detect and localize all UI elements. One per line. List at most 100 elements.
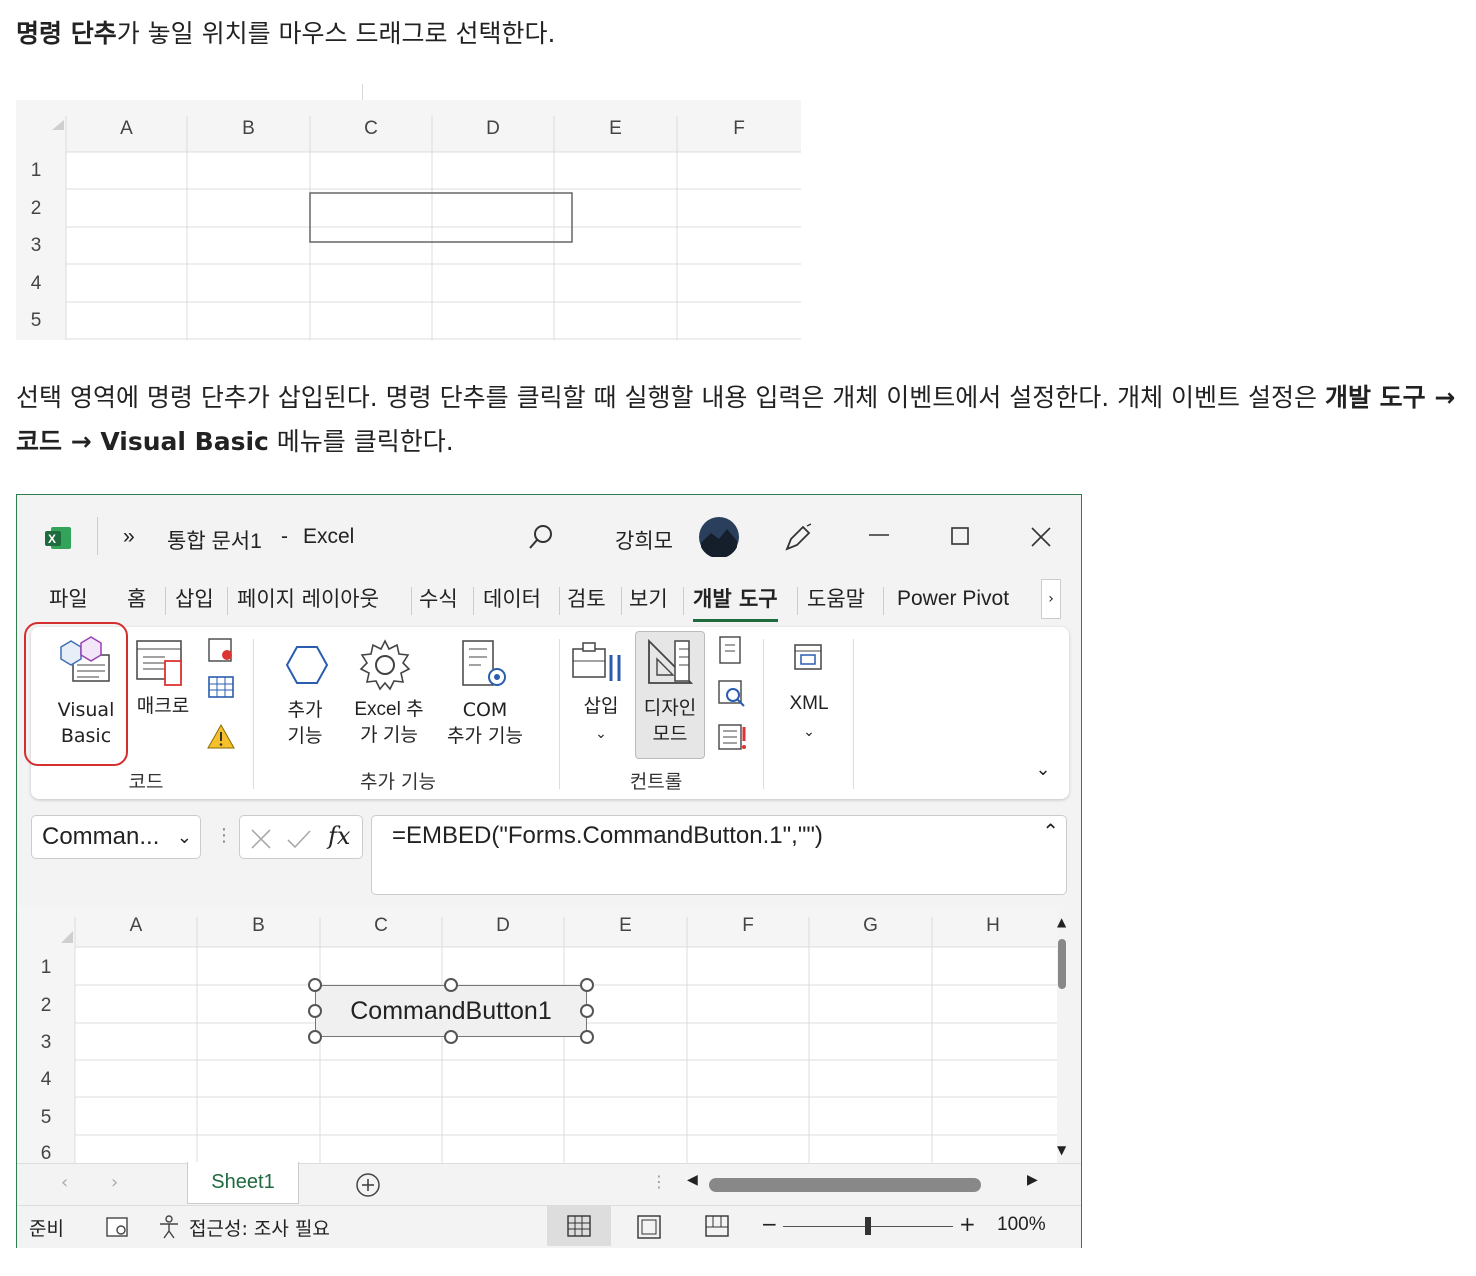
run-dialog-icon[interactable] <box>717 723 747 753</box>
resize-handle[interactable] <box>580 1030 594 1044</box>
close-icon[interactable] <box>1031 527 1051 547</box>
scroll-right-icon[interactable]: ▶ <box>1027 1172 1038 1188</box>
row-header[interactable]: 2 <box>31 995 61 1017</box>
col-header[interactable]: A <box>75 915 197 937</box>
scroll-left-icon[interactable]: ◀ <box>687 1172 698 1188</box>
insert-button[interactable]: 삽입 <box>579 693 623 719</box>
prev-sheet-icon[interactable]: ‹ <box>61 1172 68 1193</box>
col-header[interactable]: D <box>432 118 554 140</box>
col-header[interactable]: D <box>442 915 564 937</box>
tab-power-pivot[interactable]: Power Pivot <box>897 579 1009 619</box>
zoom-level[interactable]: 100% <box>997 1214 1046 1236</box>
tab-help[interactable]: 도움말 <box>807 579 865 619</box>
col-header[interactable]: H <box>932 915 1054 937</box>
zoom-out-button[interactable]: − <box>761 1212 778 1236</box>
view-code-icon[interactable] <box>717 679 747 709</box>
page-layout-view-icon[interactable] <box>637 1215 661 1239</box>
chevron-up-icon[interactable]: ⌃ <box>1042 819 1059 843</box>
resize-handle[interactable] <box>308 1030 322 1044</box>
tab-home[interactable]: 홈 <box>127 579 146 619</box>
relative-refs-icon[interactable] <box>207 675 237 703</box>
chevron-down-icon[interactable]: ⌄ <box>177 816 192 858</box>
excel-addins-button[interactable]: Excel 추 가 기능 <box>341 697 437 749</box>
zoom-in-button[interactable]: + <box>959 1212 976 1236</box>
addins-button[interactable]: 추가 기능 <box>277 697 333 749</box>
divider <box>97 517 98 555</box>
resize-handle[interactable] <box>580 1004 594 1018</box>
scroll-down-icon[interactable]: ▼ <box>1057 1143 1066 1157</box>
col-header[interactable]: C <box>320 915 442 937</box>
user-name[interactable]: 강희모 <box>615 525 673 555</box>
scroll-thumb[interactable] <box>1058 939 1066 989</box>
row-header[interactable]: 5 <box>24 310 48 332</box>
name-box[interactable]: Comman... ⌄ <box>31 815 201 859</box>
status-bar: 준비 접근성: 조사 필요 − + 100% <box>17 1205 1081 1248</box>
zoom-slider-thumb[interactable] <box>865 1217 871 1235</box>
resize-handle[interactable] <box>308 978 322 992</box>
tab-developer[interactable]: 개발 도구 <box>693 579 778 622</box>
accessibility-icon[interactable] <box>157 1214 183 1240</box>
row-header[interactable]: 3 <box>31 1032 61 1054</box>
avatar[interactable] <box>699 517 739 557</box>
paragraph-text: 가 놓일 위치를 마우스 드래그로 선택한다. <box>116 19 556 48</box>
tabs-scroll-right-icon[interactable]: › <box>1041 579 1061 619</box>
row-header[interactable]: 4 <box>24 273 48 295</box>
row-header[interactable]: 6 <box>31 1143 61 1165</box>
tab-data[interactable]: 데이터 <box>483 579 541 619</box>
pen-icon[interactable] <box>783 523 813 553</box>
tab-page-layout[interactable]: 페이지 레이아웃 <box>237 579 379 619</box>
insert-function-icon[interactable]: fx <box>328 822 350 850</box>
normal-view-button[interactable] <box>547 1206 611 1246</box>
col-header[interactable]: A <box>66 118 187 140</box>
add-sheet-icon[interactable] <box>355 1172 381 1198</box>
maximize-icon[interactable] <box>951 527 971 547</box>
col-header[interactable]: E <box>564 915 687 937</box>
search-icon[interactable] <box>527 523 555 551</box>
tab-review[interactable]: 검토 <box>567 579 606 619</box>
row-header[interactable]: 5 <box>31 1107 61 1129</box>
resize-handle[interactable] <box>308 1004 322 1018</box>
row-header[interactable]: 3 <box>24 235 48 257</box>
tab-file[interactable]: 파일 <box>49 579 88 619</box>
resize-handle[interactable] <box>444 1030 458 1044</box>
com-addins-button[interactable]: COM 추가 기능 <box>437 697 533 749</box>
scroll-up-icon[interactable]: ▲ <box>1057 915 1066 929</box>
macro-record-status-icon[interactable] <box>105 1216 131 1240</box>
macro-security-warning-icon[interactable] <box>207 723 237 751</box>
minimize-icon[interactable] <box>869 525 889 545</box>
quick-access-overflow[interactable]: » <box>123 525 135 549</box>
xml-button[interactable]: XML <box>783 691 835 717</box>
col-header[interactable]: G <box>809 915 932 937</box>
page-break-view-icon[interactable] <box>705 1215 729 1239</box>
macro-button[interactable]: 매크로 <box>133 693 193 719</box>
horizontal-scroll-thumb[interactable] <box>709 1178 981 1192</box>
col-header[interactable]: F <box>687 915 809 937</box>
tab-view[interactable]: 보기 <box>629 579 668 619</box>
col-header[interactable]: F <box>677 118 801 140</box>
cancel-icon[interactable] <box>250 828 272 850</box>
row-header[interactable]: 1 <box>24 160 48 182</box>
col-header[interactable]: C <box>310 118 432 140</box>
accessibility-status[interactable]: 접근성: 조사 필요 <box>189 1214 330 1241</box>
record-macro-icon[interactable] <box>207 637 237 665</box>
tab-insert[interactable]: 삽입 <box>175 579 214 619</box>
row-header[interactable]: 1 <box>31 957 61 979</box>
collapse-ribbon-icon[interactable]: ⌄ <box>1031 757 1055 783</box>
excel-logo-icon: X <box>45 527 71 549</box>
resize-handle[interactable] <box>444 978 458 992</box>
tab-formulas[interactable]: 수식 <box>419 579 458 619</box>
properties-icon[interactable] <box>717 635 745 665</box>
sheet-tab[interactable]: Sheet1 <box>187 1162 299 1204</box>
row-header[interactable]: 2 <box>24 198 48 220</box>
next-sheet-icon[interactable]: › <box>111 1172 118 1193</box>
resize-handle[interactable] <box>580 978 594 992</box>
col-header[interactable]: B <box>197 915 320 937</box>
col-header[interactable]: E <box>554 118 677 140</box>
confirm-icon[interactable] <box>286 828 312 850</box>
formula-input[interactable]: =EMBED("Forms.CommandButton.1","") <box>371 815 1067 895</box>
col-header[interactable]: B <box>187 118 310 140</box>
chevron-down-icon[interactable]: ⌄ <box>797 719 821 745</box>
vertical-scrollbar[interactable]: ▲ ▼ <box>1053 915 1073 1163</box>
row-header[interactable]: 4 <box>31 1069 61 1091</box>
chevron-down-icon[interactable]: ⌄ <box>589 721 613 747</box>
